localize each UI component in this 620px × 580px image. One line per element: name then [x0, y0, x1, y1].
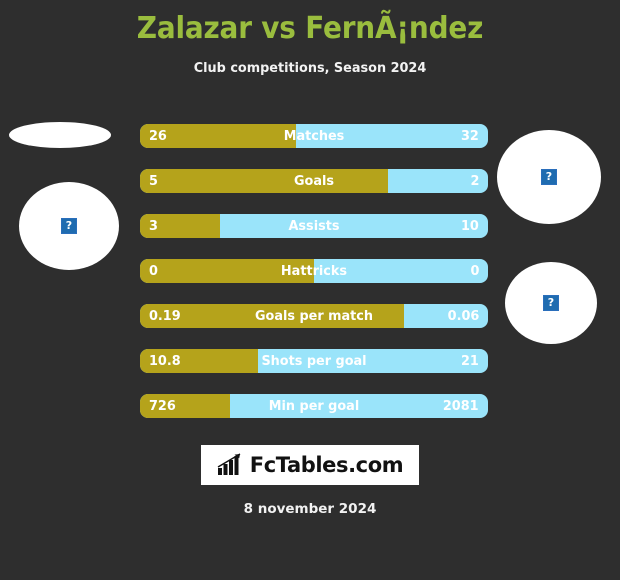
fctables-logo[interactable]: FcTables.com [201, 445, 419, 485]
stat-away-value: 10 [461, 218, 479, 234]
stat-label: Shots per goal [261, 353, 367, 369]
stat-away-value: 21 [461, 353, 479, 369]
broken-image-icon: ? [541, 169, 557, 185]
stat-bar-row: 3 Assists 10 [140, 214, 488, 238]
stat-bar-row: 726 Min per goal 2081 [140, 394, 488, 418]
stat-bar-row: 26 Matches 32 [140, 124, 488, 148]
stat-away-value: 2 [470, 173, 479, 189]
home-player-photo: ? [19, 182, 119, 270]
broken-image-icon: ? [543, 295, 559, 311]
home-team-crest-top [9, 122, 111, 148]
away-team-crest: ? [505, 262, 597, 344]
away-player-photo: ? [497, 130, 601, 224]
stat-away-value: 0 [470, 263, 479, 279]
page-title: Zalazar vs FernÃ¡ndez [136, 11, 484, 46]
stat-away-value: 2081 [443, 398, 479, 414]
broken-image-icon: ? [61, 218, 77, 234]
fctables-logo-text: FcTables.com [249, 453, 404, 477]
stat-away-value: 0.06 [447, 308, 479, 324]
stat-away-value: 32 [461, 128, 479, 144]
stat-label: Min per goal [268, 398, 360, 414]
stat-bar-row: 0 Hattricks 0 [140, 259, 488, 283]
stat-label: Matches [283, 128, 345, 144]
stat-label: Goals per match [254, 308, 374, 324]
stat-bar-row: 10.8 Shots per goal 21 [140, 349, 488, 373]
footer-date: 8 november 2024 [243, 501, 377, 517]
stat-label: Hattricks [280, 263, 348, 279]
stat-label: Assists [288, 218, 340, 234]
comparison-bar-chart: 26 Matches 32 5 Goals 2 3 Assists 10 0 Hattricks 0 0… [140, 124, 488, 439]
stat-label: Goals [293, 173, 335, 189]
bar-chart-growth-icon [217, 453, 241, 475]
stat-bar-row: 0.19 Goals per match 0.06 [140, 304, 488, 328]
page-subtitle: Club competitions, Season 2024 [193, 60, 427, 76]
stat-bar-row: 5 Goals 2 [140, 169, 488, 193]
chart-header: Zalazar vs FernÃ¡ndez Club competitions,… [0, 0, 620, 76]
